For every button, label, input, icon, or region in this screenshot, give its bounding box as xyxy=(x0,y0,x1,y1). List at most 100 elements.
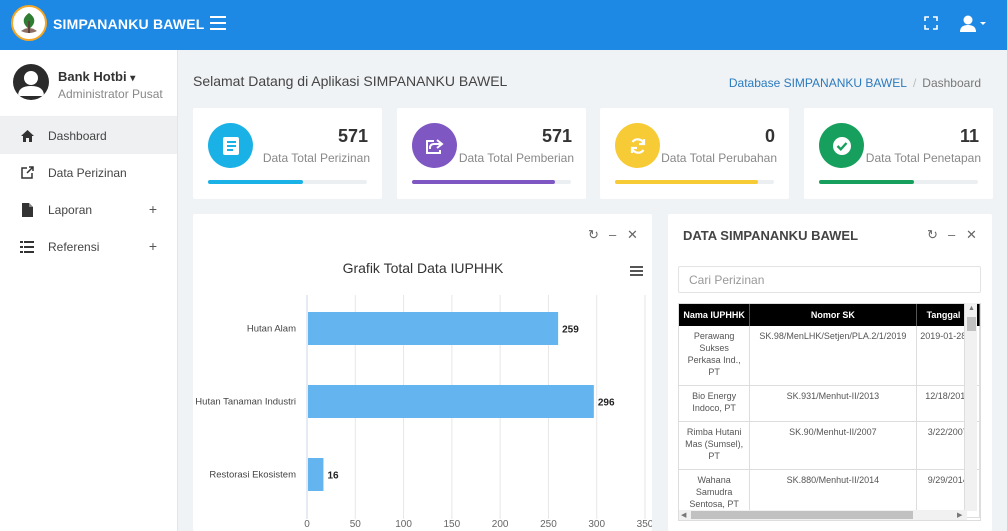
bar-data-label: 16 xyxy=(327,471,339,482)
app-logo[interactable] xyxy=(11,5,47,41)
bar-data-label: 296 xyxy=(598,398,615,409)
scroll-up-icon[interactable]: ▲ xyxy=(968,305,975,312)
sidebar-item-label: Laporan xyxy=(48,202,93,217)
page-title: Selamat Datang di Aplikasi SIMPANANKU BA… xyxy=(193,73,508,89)
x-tick-label: 100 xyxy=(395,519,412,530)
sidebar-item-laporan[interactable]: Laporan + xyxy=(0,191,177,228)
sidebar-item-label: Referensi xyxy=(48,239,100,254)
sidebar-item-data-perizinan[interactable]: Data Perizinan xyxy=(0,154,177,191)
table-cell: Perawang Sukses Perkasa Ind., PT xyxy=(679,326,751,386)
stat-label: Data Total Pemberian xyxy=(458,151,574,165)
scrollbar-thumb[interactable] xyxy=(967,317,976,331)
bar[interactable] xyxy=(308,458,324,491)
sidebar-item-referensi[interactable]: Referensi + xyxy=(0,228,177,265)
breadcrumb-separator: / xyxy=(912,76,917,90)
table-row[interactable]: Perawang Sukses Perkasa Ind., PT SK.98/M… xyxy=(679,326,980,386)
stat-card-pemberian: 571 Data Total Pemberian xyxy=(397,108,586,199)
avatar[interactable] xyxy=(13,64,49,100)
x-tick-label: 50 xyxy=(350,519,362,530)
breadcrumb: Database SIMPANANKU BAWEL / Dashboard xyxy=(729,76,981,90)
user-name[interactable]: Bank Hotbi ▾ xyxy=(58,69,135,84)
user-name-text: Bank Hotbi xyxy=(58,69,127,84)
scroll-left-icon[interactable]: ◀ xyxy=(681,511,686,519)
refresh-icon xyxy=(615,123,660,168)
minimize-icon[interactable]: – xyxy=(948,227,955,242)
chart-title: Grafik Total Data IUPHHK xyxy=(343,260,504,276)
sidebar-item-label: Dashboard xyxy=(48,128,107,143)
horizontal-scrollbar[interactable]: ◀ ▶ xyxy=(679,510,967,520)
share-icon xyxy=(412,123,457,168)
x-tick-label: 350 xyxy=(637,519,652,530)
expand-icon[interactable]: + xyxy=(149,201,157,217)
chart-panel: ↻ – ✕ Grafik Total Data IUPHHK 259 296 16 … xyxy=(193,214,652,531)
column-header[interactable]: Nama IUPHHK xyxy=(679,304,751,326)
app-title[interactable]: SIMPANANKU BAWEL xyxy=(53,16,205,32)
x-tick-label: 150 xyxy=(444,519,461,530)
stat-card-perubahan: 0 Data Total Perubahan xyxy=(600,108,789,199)
search-input[interactable] xyxy=(678,266,981,293)
stat-progress xyxy=(208,180,367,184)
file-icon xyxy=(20,202,34,217)
breadcrumb-home-link[interactable]: Database SIMPANANKU BAWEL xyxy=(729,76,907,90)
table-row[interactable]: Bio Energy Indoco, PT SK.931/Menhut-II/2… xyxy=(679,385,980,422)
bar[interactable] xyxy=(308,312,559,345)
data-table: Nama IUPHHK Nomor SK Tanggal Perawang Su… xyxy=(679,304,980,518)
stat-label: Data Total Penetapan xyxy=(865,151,981,165)
category-label: Restorasi Ekosistem xyxy=(209,470,296,481)
stat-value: 0 xyxy=(764,126,775,146)
book-icon xyxy=(208,123,253,168)
expand-icon[interactable]: + xyxy=(149,238,157,254)
stat-card-penetapan: 11 Data Total Penetapan xyxy=(804,108,993,199)
bar-chart: Grafik Total Data IUPHHK 259 296 16 Hutan … xyxy=(195,260,652,530)
user-profile: Bank Hotbi ▾ Administrator Pusat xyxy=(0,50,177,117)
external-link-icon xyxy=(20,166,34,180)
breadcrumb-current: Dashboard xyxy=(922,76,981,90)
data-table-wrapper: Nama IUPHHK Nomor SK Tanggal Perawang Su… xyxy=(678,303,981,521)
stat-progress xyxy=(819,180,978,184)
sidebar-item-dashboard[interactable]: Dashboard xyxy=(0,117,177,154)
chart-menu-icon[interactable] xyxy=(630,266,643,276)
scrollbar-thumb[interactable] xyxy=(691,511,913,519)
user-menu-icon[interactable] xyxy=(960,14,988,34)
category-label: Hutan Tanaman Industri xyxy=(195,397,296,408)
check-icon xyxy=(819,123,864,168)
sidebar-item-label: Data Perizinan xyxy=(48,165,127,180)
refresh-icon[interactable]: ↻ xyxy=(927,227,938,243)
stat-value: 571 xyxy=(541,126,572,146)
close-icon[interactable]: ✕ xyxy=(966,227,977,243)
home-icon xyxy=(20,129,34,143)
table-cell: SK.98/MenLHK/Setjen/PLA.2/1/2019 xyxy=(749,326,917,386)
fullscreen-icon[interactable] xyxy=(924,16,938,30)
table-cell: SK.90/Menhut-II/2007 xyxy=(749,421,917,470)
stat-value: 11 xyxy=(959,126,979,146)
stat-label: Data Total Perizinan xyxy=(262,151,370,165)
table-cell: SK.931/Menhut-II/2013 xyxy=(749,385,917,422)
bar[interactable] xyxy=(308,385,594,418)
menu-toggle-icon[interactable] xyxy=(210,16,226,30)
bar-data-label: 259 xyxy=(562,325,579,336)
table-cell: Bio Energy Indoco, PT xyxy=(679,385,751,422)
stat-progress xyxy=(615,180,774,184)
scroll-right-icon[interactable]: ▶ xyxy=(957,511,962,519)
table-row[interactable]: Rimba Hutani Mas (Sumsel), PT SK.90/Menh… xyxy=(679,421,980,470)
user-role: Administrator Pusat xyxy=(58,87,163,101)
table-cell: Rimba Hutani Mas (Sumsel), PT xyxy=(679,421,751,470)
x-tick-label: 300 xyxy=(588,519,605,530)
stat-value: 571 xyxy=(337,126,368,146)
top-navbar: SIMPANANKU BAWEL xyxy=(0,0,1007,50)
table-header-row: Nama IUPHHK Nomor SK Tanggal xyxy=(679,304,980,326)
sidebar: Bank Hotbi ▾ Administrator Pusat Dashboa… xyxy=(0,50,178,531)
category-label: Hutan Alam xyxy=(247,324,296,335)
column-header[interactable]: Nomor SK xyxy=(749,304,917,326)
x-tick-label: 0 xyxy=(304,519,310,530)
stat-label: Data Total Perubahan xyxy=(661,151,777,165)
stat-progress xyxy=(412,180,571,184)
list-icon xyxy=(20,240,34,254)
vertical-scrollbar[interactable]: ▲ xyxy=(964,303,977,511)
stat-card-perizinan: 571 Data Total Perizinan xyxy=(193,108,382,199)
x-tick-label: 200 xyxy=(492,519,509,530)
x-tick-label: 250 xyxy=(540,519,557,530)
caret-down-icon: ▾ xyxy=(130,73,136,84)
data-panel: DATA SIMPANANKU BAWEL ↻ – ✕ Nama IUPHHK … xyxy=(668,214,992,531)
panel-title: DATA SIMPANANKU BAWEL xyxy=(683,228,859,243)
